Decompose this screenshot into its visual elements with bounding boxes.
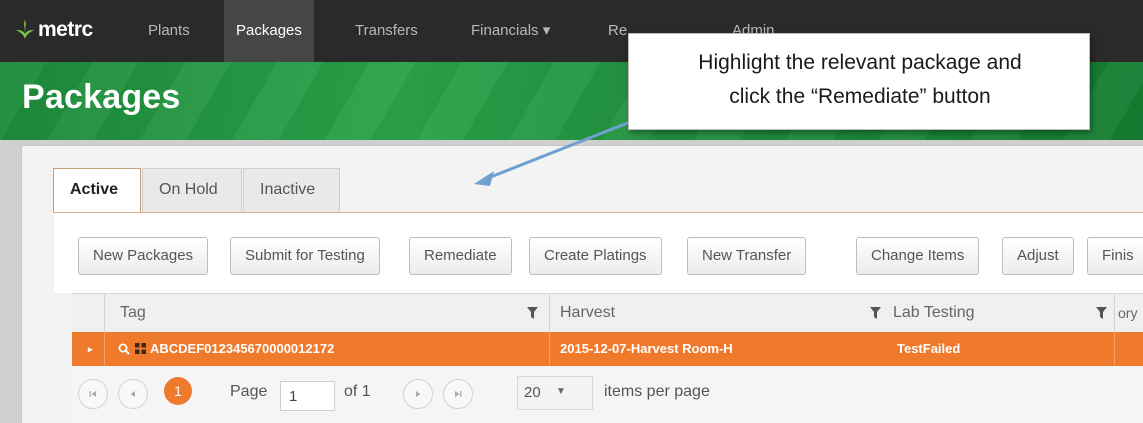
callout-text: Highlight the relevant package and click… <box>629 46 1091 114</box>
app-window: metrc Plants Packages Transfers Financia… <box>0 0 1143 423</box>
instruction-callout: Highlight the relevant package and click… <box>628 33 1090 130</box>
callout-line-2: click the “Remediate” button <box>729 85 991 108</box>
callout-line-1: Highlight the relevant package and <box>698 51 1022 74</box>
